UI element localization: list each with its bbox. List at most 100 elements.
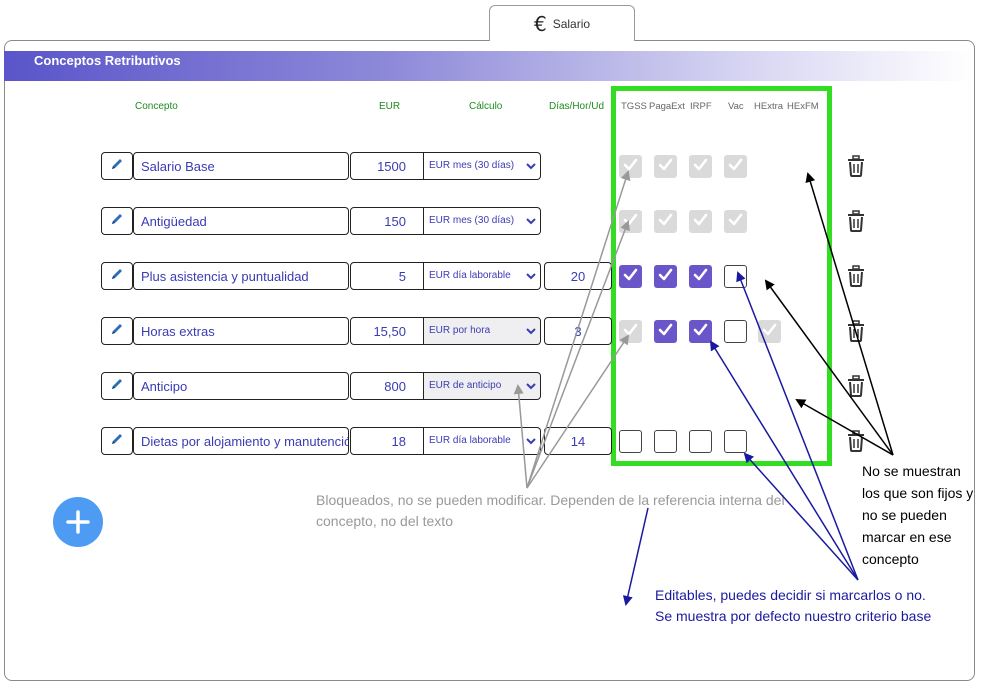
- concept-row: Salario Base 1500 EUR mes (30 días): [0, 152, 981, 182]
- eur-amount-field[interactable]: 5: [350, 262, 424, 290]
- checkbox-vac[interactable]: [724, 430, 747, 453]
- checkbox-vac[interactable]: [724, 320, 747, 343]
- column-header-concepto: Concepto: [135, 101, 178, 112]
- checkbox-irpf[interactable]: [689, 320, 712, 343]
- edit-button[interactable]: [101, 317, 133, 345]
- checkmark-icon: [692, 156, 709, 178]
- eur-amount-field[interactable]: 150: [350, 207, 424, 235]
- edit-button[interactable]: [101, 152, 133, 180]
- concept-row: Horas extras 15,50 EUR por hora 3: [0, 317, 981, 347]
- checkmark-icon: [727, 211, 744, 233]
- dias-field[interactable]: 20: [544, 262, 612, 290]
- concept-name-field[interactable]: Dietas por alojamiento y manutención: [133, 427, 349, 455]
- euro-icon: €: [533, 11, 547, 36]
- section-header: Conceptos Retributivos: [4, 51, 973, 81]
- annotation-hidden: No se muestran los que son fijos y no se…: [862, 463, 974, 567]
- edit-button[interactable]: [101, 262, 133, 290]
- chevron-down-icon: [525, 324, 537, 341]
- calculo-select-value: EUR mes (30 días): [429, 215, 515, 226]
- checkmark-icon: [657, 321, 674, 343]
- checkbox-pagaext[interactable]: [654, 265, 677, 288]
- checkbox-hextra: [758, 320, 781, 343]
- checkmark-icon: [657, 156, 674, 178]
- dias-field[interactable]: 3: [544, 317, 612, 345]
- concept-name-field[interactable]: Salario Base: [133, 152, 349, 180]
- concept-name-field[interactable]: Plus asistencia y puntualidad: [133, 262, 349, 290]
- checkmark-icon: [622, 321, 639, 343]
- checkbox-tgss: [619, 320, 642, 343]
- annotation-editable-line-2: Se muestra por defecto nuestro criterio …: [655, 608, 932, 624]
- chevron-down-icon: [525, 379, 537, 396]
- trash-icon[interactable]: [847, 430, 865, 452]
- checkbox-vac: [724, 155, 747, 178]
- concept-row: Plus asistencia y puntualidad 5 EUR día la…: [0, 262, 981, 292]
- column-header-calculo: Cálculo: [469, 101, 503, 112]
- calculo-select-value: EUR día laborable: [429, 435, 511, 446]
- trash-icon[interactable]: [847, 375, 865, 397]
- calculo-select[interactable]: EUR mes (30 días): [424, 207, 541, 235]
- pencil-icon: [110, 212, 124, 231]
- concept-row: Dietas por alojamiento y manutención 18 EU…: [0, 427, 981, 457]
- eur-amount-field[interactable]: 18: [350, 427, 424, 455]
- annotation-locked: Bloqueados, no se pueden modificar. Depe…: [316, 492, 785, 529]
- pencil-icon: [110, 267, 124, 286]
- eur-amount-field[interactable]: 1500: [350, 152, 424, 180]
- calculo-select[interactable]: EUR de anticipo: [424, 372, 541, 400]
- calculo-select-value: EUR mes (30 días): [429, 160, 515, 171]
- checkbox-tgss[interactable]: [619, 430, 642, 453]
- trash-icon[interactable]: [847, 320, 865, 342]
- concept-name-field[interactable]: Anticipo: [133, 372, 349, 400]
- calculo-select[interactable]: EUR día laborable: [424, 427, 541, 455]
- checkbox-irpf: [689, 155, 712, 178]
- tab-salario[interactable]: € Salario: [489, 5, 635, 41]
- column-header-eur: EUR: [379, 101, 401, 112]
- checkbox-pagaext[interactable]: [654, 320, 677, 343]
- checkmark-icon: [657, 266, 674, 288]
- tab-label: Salario: [552, 16, 591, 31]
- checkbox-tgss: [619, 155, 642, 178]
- checkbox-tgss: [619, 210, 642, 233]
- section-title: Conceptos Retributivos: [34, 53, 181, 68]
- annotation-editable-line-1: Editables, puedes decidir si marcarlos o…: [655, 587, 926, 603]
- chevron-down-icon: [525, 214, 537, 231]
- checkmark-icon: [761, 321, 778, 343]
- calculo-select[interactable]: EUR día laborable: [424, 262, 541, 290]
- edit-button[interactable]: [101, 207, 133, 235]
- pencil-icon: [110, 157, 124, 176]
- concept-row: Anticipo 800 EUR de anticipo: [0, 372, 981, 402]
- checkmark-icon: [622, 156, 639, 178]
- checkmark-icon: [622, 266, 639, 288]
- add-concept-button[interactable]: [53, 497, 103, 547]
- checkbox-irpf: [689, 210, 712, 233]
- trash-icon[interactable]: [847, 210, 865, 232]
- dias-field[interactable]: 14: [544, 427, 612, 455]
- edit-button[interactable]: [101, 427, 133, 455]
- calculo-select-value: EUR por hora: [429, 325, 491, 336]
- pencil-icon: [110, 322, 124, 341]
- concept-name-field[interactable]: Horas extras: [133, 317, 349, 345]
- chevron-down-icon: [525, 269, 537, 286]
- pencil-icon: [110, 377, 124, 396]
- checkbox-vac[interactable]: [724, 265, 747, 288]
- edit-button[interactable]: [101, 372, 133, 400]
- checkbox-pagaext: [654, 155, 677, 178]
- checkbox-pagaext: [654, 210, 677, 233]
- checkmark-icon: [622, 211, 639, 233]
- checkbox-tgss[interactable]: [619, 265, 642, 288]
- plus-icon: [66, 510, 90, 534]
- trash-icon[interactable]: [847, 265, 865, 287]
- calculo-select[interactable]: EUR por hora: [424, 317, 541, 345]
- eur-amount-field[interactable]: 15,50: [350, 317, 424, 345]
- chevron-down-icon: [525, 159, 537, 176]
- calculo-select[interactable]: EUR mes (30 días): [424, 152, 541, 180]
- checkbox-pagaext[interactable]: [654, 430, 677, 453]
- checkbox-irpf[interactable]: [689, 265, 712, 288]
- eur-amount-field[interactable]: 800: [350, 372, 424, 400]
- chevron-down-icon: [525, 434, 537, 451]
- calculo-select-value: EUR de anticipo: [429, 380, 502, 391]
- checkbox-irpf[interactable]: [689, 430, 712, 453]
- trash-icon[interactable]: [847, 155, 865, 177]
- concept-name-field[interactable]: Antigüedad: [133, 207, 349, 235]
- column-header-dias: Días/Hor/Ud: [549, 101, 605, 112]
- checkmark-icon: [692, 266, 709, 288]
